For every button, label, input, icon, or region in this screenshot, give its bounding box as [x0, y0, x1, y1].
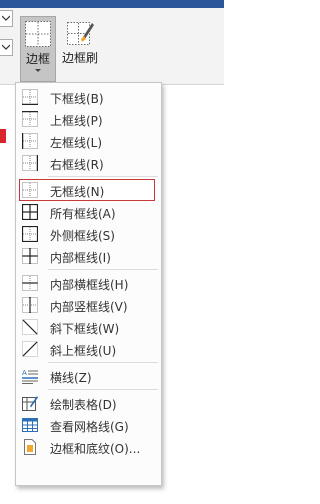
no-border-icon: [22, 182, 38, 198]
diagonal-up-border-icon: [22, 341, 38, 357]
svg-text:A: A: [22, 369, 27, 377]
chevron-down-icon: [2, 44, 10, 50]
menu-item-label: 所有框线(A): [50, 207, 116, 221]
inside-horizontal-border-icon: [22, 275, 38, 291]
menu-item-label: 外侧框线(S): [50, 229, 115, 243]
menu-item-label: 查看网格线(G): [50, 420, 129, 434]
borders-button[interactable]: 边框: [20, 16, 56, 82]
borders-grid-icon: [25, 21, 51, 47]
menu-separator: [48, 176, 158, 177]
outside-borders-icon: [22, 226, 38, 242]
borders-label: 边框: [25, 52, 50, 66]
menu-item-no-border[interactable]: 无框线(N): [16, 179, 161, 201]
menu-item-inside-horizontal-border[interactable]: 内部横框线(H): [16, 272, 161, 294]
title-bar: [0, 0, 224, 8]
menu-item-label: 边框和底纹(O)...: [50, 442, 141, 456]
menu-item-label: 横线(Z): [50, 371, 92, 385]
caret-down-icon: [35, 69, 41, 72]
menu-item-label: 上框线(P): [50, 114, 103, 128]
menu-item-label: 绘制表格(D): [50, 398, 117, 412]
menu-item-inside-vertical-border[interactable]: 内部竖框线(V): [16, 294, 161, 316]
document-margin-marker: [0, 129, 6, 143]
menu-item-diagonal-up-border[interactable]: 斜上框线(U): [16, 338, 161, 360]
menu-item-right-border[interactable]: 右框线(R): [16, 152, 161, 174]
menu-item-label: 内部竖框线(V): [50, 300, 128, 314]
menu-separator: [48, 269, 158, 270]
menu-item-left-border[interactable]: 左框线(L): [16, 130, 161, 152]
menu-separator: [48, 362, 158, 363]
menu-item-view-gridlines[interactable]: 查看网格线(G): [16, 414, 161, 436]
menu-item-bottom-border[interactable]: 下框线(B): [16, 86, 161, 108]
inside-vertical-border-icon: [22, 297, 38, 313]
borders-and-shading-icon: [24, 439, 36, 455]
chevron-down-icon: [2, 15, 10, 21]
ribbon-dropdown-control[interactable]: [0, 39, 13, 56]
menu-item-label: 右框线(R): [50, 158, 104, 172]
inside-borders-icon: [22, 248, 38, 264]
border-painter-icon: [67, 22, 94, 45]
border-painter-label: 边框刷: [61, 51, 98, 65]
left-border-icon: [22, 133, 38, 149]
top-border-icon: [22, 111, 38, 127]
ribbon-dropdown-control[interactable]: [0, 10, 13, 27]
menu-item-inside-borders[interactable]: 内部框线(I): [16, 245, 161, 267]
menu-item-borders-and-shading[interactable]: 边框和底纹(O)...: [16, 436, 161, 458]
menu-item-diagonal-down-border[interactable]: 斜下框线(W): [16, 316, 161, 338]
diagonal-down-border-icon: [22, 319, 38, 335]
menu-item-horizontal-line[interactable]: A 横线(Z): [16, 365, 161, 387]
horizontal-line-icon: A: [22, 369, 38, 384]
menu-item-top-border[interactable]: 上框线(P): [16, 108, 161, 130]
menu-item-label: 无框线(N): [50, 185, 105, 199]
draw-table-icon: [22, 396, 38, 411]
view-gridlines-icon: [22, 418, 38, 432]
menu-item-label: 下框线(B): [50, 92, 104, 106]
borders-dropdown-menu: 下框线(B) 上框线(P) 左框线(L) 右框线(R) 无框线(N) 所有框线(…: [15, 82, 162, 486]
all-borders-icon: [22, 204, 38, 220]
menu-item-all-borders[interactable]: 所有框线(A): [16, 201, 161, 223]
menu-item-label: 内部横框线(H): [50, 278, 129, 292]
menu-item-outside-borders[interactable]: 外侧框线(S): [16, 223, 161, 245]
right-border-icon: [22, 155, 38, 171]
border-painter-button[interactable]: 边框刷: [60, 16, 100, 80]
menu-item-label: 斜下框线(W): [50, 322, 120, 336]
menu-item-label: 内部框线(I): [50, 251, 111, 265]
ribbon: 边框 边框刷: [0, 8, 224, 85]
menu-separator: [48, 389, 158, 390]
menu-item-label: 左框线(L): [50, 136, 103, 150]
menu-item-label: 斜上框线(U): [50, 344, 117, 358]
bottom-border-icon: [22, 89, 38, 105]
menu-item-draw-table[interactable]: 绘制表格(D): [16, 392, 161, 414]
